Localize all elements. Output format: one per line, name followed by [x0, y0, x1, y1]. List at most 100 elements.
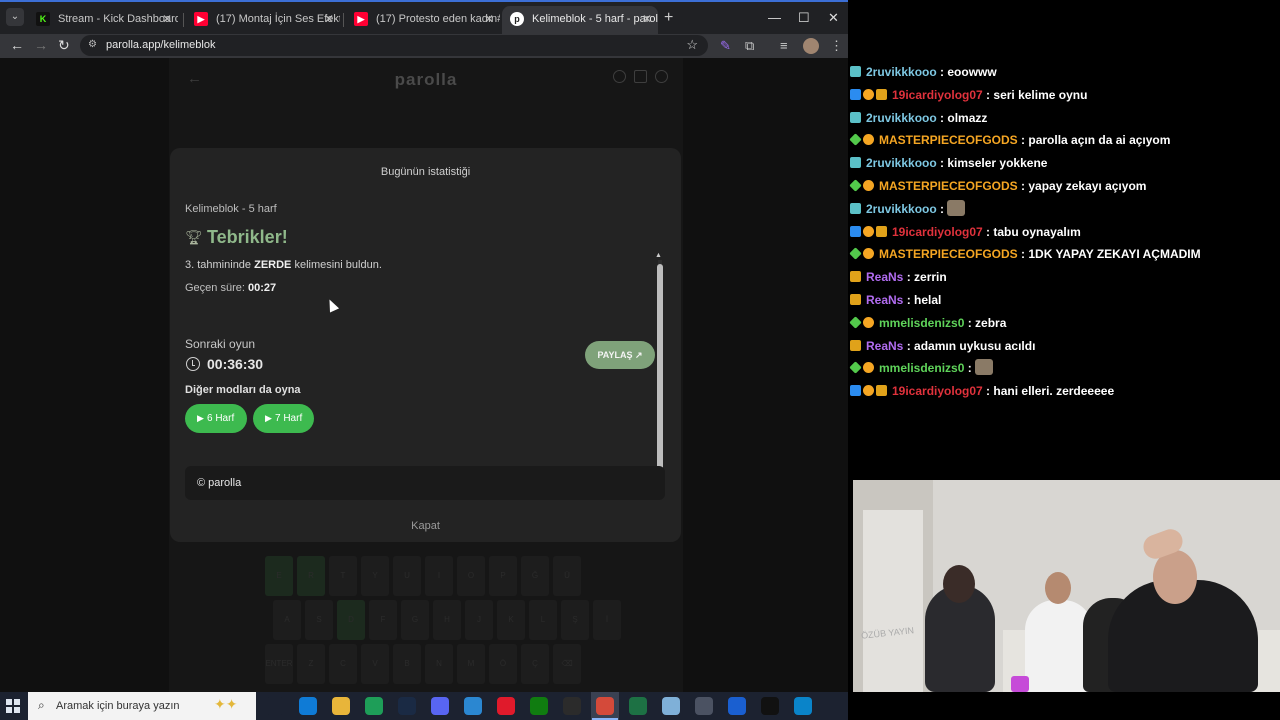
tab-search-button[interactable]: ⌄: [6, 8, 24, 26]
keyboard-key[interactable]: İ: [593, 600, 621, 640]
obs-icon[interactable]: [563, 697, 581, 715]
close-icon[interactable]: ✕: [324, 6, 334, 32]
keyboard-key[interactable]: B: [393, 644, 421, 684]
keyboard-key[interactable]: Ü: [553, 556, 581, 596]
close-icon[interactable]: ✕: [642, 6, 652, 32]
profile-icon[interactable]: [655, 70, 668, 83]
keyboard-key[interactable]: S: [305, 600, 333, 640]
chrome-icon[interactable]: [365, 697, 383, 715]
chat-username[interactable]: 2ruvikkkooo: [866, 202, 937, 216]
keyboard-key[interactable]: N: [425, 644, 453, 684]
keyboard-key[interactable]: P: [489, 556, 517, 596]
chat-username[interactable]: 2ruvikkkooo: [866, 156, 937, 170]
excel-icon[interactable]: [629, 697, 647, 715]
notepad-icon[interactable]: [662, 697, 680, 715]
keyboard-key[interactable]: Ö: [489, 644, 517, 684]
app-icon-2[interactable]: [728, 697, 746, 715]
extension-pen-icon[interactable]: ✎: [720, 38, 731, 54]
forward-icon[interactable]: →: [34, 37, 48, 53]
chat-username[interactable]: ReaNs: [866, 270, 903, 284]
chat-username[interactable]: 2ruvikkkooo: [866, 65, 937, 79]
chat-username[interactable]: ReaNs: [866, 293, 903, 307]
play-7-harf-button[interactable]: ▶ 7 Harf: [253, 404, 314, 433]
keyboard-key[interactable]: M: [457, 644, 485, 684]
keyboard-key[interactable]: Ğ: [521, 556, 549, 596]
tab-kelimeblok[interactable]: p Kelimeblok - 5 harf - parolla - K ✕: [502, 6, 658, 36]
minimize-button[interactable]: —: [768, 10, 781, 25]
steam-icon[interactable]: [398, 697, 416, 715]
address-bar[interactable]: ⚙ parolla.app/kelimeblok ☆: [80, 35, 708, 56]
keyboard-key[interactable]: C: [329, 644, 357, 684]
keyboard-key[interactable]: D: [337, 600, 365, 640]
bookmark-star-icon[interactable]: ☆: [686, 37, 698, 53]
tab-kick-dashboard[interactable]: K Stream - Kick Dashboard ✕: [28, 6, 178, 32]
keyboard-key[interactable]: J: [465, 600, 493, 640]
keyboard-key[interactable]: U: [393, 556, 421, 596]
capcut-icon[interactable]: [761, 697, 779, 715]
xbox-icon[interactable]: [530, 697, 548, 715]
keyboard-key[interactable]: ⌫: [553, 644, 581, 684]
keyboard-key[interactable]: G: [401, 600, 429, 640]
close-modal-button[interactable]: Kapat: [170, 520, 681, 532]
chat-username[interactable]: mmelisdenizs0: [879, 316, 964, 330]
site-info-icon[interactable]: ⚙: [88, 39, 97, 50]
chat-username[interactable]: MASTERPIECEOFGODS: [879, 247, 1018, 261]
stats-icon[interactable]: [634, 70, 647, 83]
chat-username[interactable]: ReaNs: [866, 339, 903, 353]
keyboard-key[interactable]: V: [361, 644, 389, 684]
keyboard-key[interactable]: I: [425, 556, 453, 596]
keyboard-key[interactable]: L: [529, 600, 557, 640]
edge-icon[interactable]: [299, 697, 317, 715]
discord-icon[interactable]: [431, 697, 449, 715]
windows-start-icon[interactable]: [6, 699, 20, 713]
reload-icon[interactable]: ↻: [58, 37, 70, 54]
chat-username[interactable]: mmelisdenizs0: [879, 361, 964, 375]
keyboard-key[interactable]: E: [265, 556, 293, 596]
keyboard-key[interactable]: Y: [361, 556, 389, 596]
keyboard-key[interactable]: T: [329, 556, 357, 596]
new-tab-button[interactable]: +: [664, 9, 673, 27]
tab-youtube-montaj[interactable]: ▶ (17) Montaj İçin Ses Efekti - Çe ✕: [186, 6, 340, 32]
info-icon[interactable]: [613, 70, 626, 83]
keyboard-key[interactable]: H: [433, 600, 461, 640]
maximize-button[interactable]: ☐: [798, 10, 810, 26]
chat-username[interactable]: 19icardiyolog07: [892, 225, 983, 239]
close-window-button[interactable]: ✕: [828, 10, 839, 26]
chat-username[interactable]: 2ruvikkkooo: [866, 111, 937, 125]
app-icon-3[interactable]: [794, 697, 812, 715]
chat-username[interactable]: 19icardiyolog07: [892, 88, 983, 102]
rgb-lamp: [1011, 676, 1029, 692]
chat-username[interactable]: 19icardiyolog07: [892, 384, 983, 398]
profile-avatar[interactable]: [803, 38, 819, 54]
tab-youtube-protesto[interactable]: ▶ (17) Protesto eden kadın#keşfe ✕: [346, 6, 500, 32]
close-icon[interactable]: ✕: [484, 6, 494, 32]
keyboard-key[interactable]: K: [497, 600, 525, 640]
url-text[interactable]: parolla.app/kelimeblok: [106, 39, 215, 51]
close-icon[interactable]: ✕: [162, 6, 172, 32]
menu-icon[interactable]: ⋮: [830, 38, 843, 54]
file-explorer-icon[interactable]: [332, 697, 350, 715]
media-control-icon[interactable]: ≡: [780, 38, 788, 53]
task-view-icon[interactable]: [266, 697, 284, 715]
scroll-up-icon[interactable]: ▲: [655, 252, 662, 259]
keyboard-key[interactable]: F: [369, 600, 397, 640]
keyboard-key[interactable]: O: [457, 556, 485, 596]
calculator-icon[interactable]: [695, 697, 713, 715]
keyboard-key[interactable]: Ç: [521, 644, 549, 684]
chrome-active-icon[interactable]: [592, 697, 618, 720]
keyboard-key[interactable]: Ş: [561, 600, 589, 640]
opera-icon[interactable]: [497, 697, 515, 715]
extensions-icon[interactable]: ⧉: [745, 38, 754, 54]
taskbar-search[interactable]: ⌕ Aramak için buraya yazın ✦✦: [28, 692, 256, 720]
app-icon[interactable]: [464, 697, 482, 715]
keyboard-key[interactable]: A: [273, 600, 301, 640]
modal-scroll-thumb[interactable]: [657, 264, 663, 486]
keyboard-key[interactable]: R: [297, 556, 325, 596]
play-6-harf-button[interactable]: ▶ 6 Harf: [185, 404, 247, 433]
chat-username[interactable]: MASTERPIECEOFGODS: [879, 133, 1018, 147]
keyboard-key[interactable]: ENTER: [265, 644, 293, 684]
back-icon[interactable]: ←: [10, 37, 24, 53]
share-button[interactable]: PAYLAŞ ↗: [585, 341, 655, 369]
chat-username[interactable]: MASTERPIECEOFGODS: [879, 179, 1018, 193]
keyboard-key[interactable]: Z: [297, 644, 325, 684]
